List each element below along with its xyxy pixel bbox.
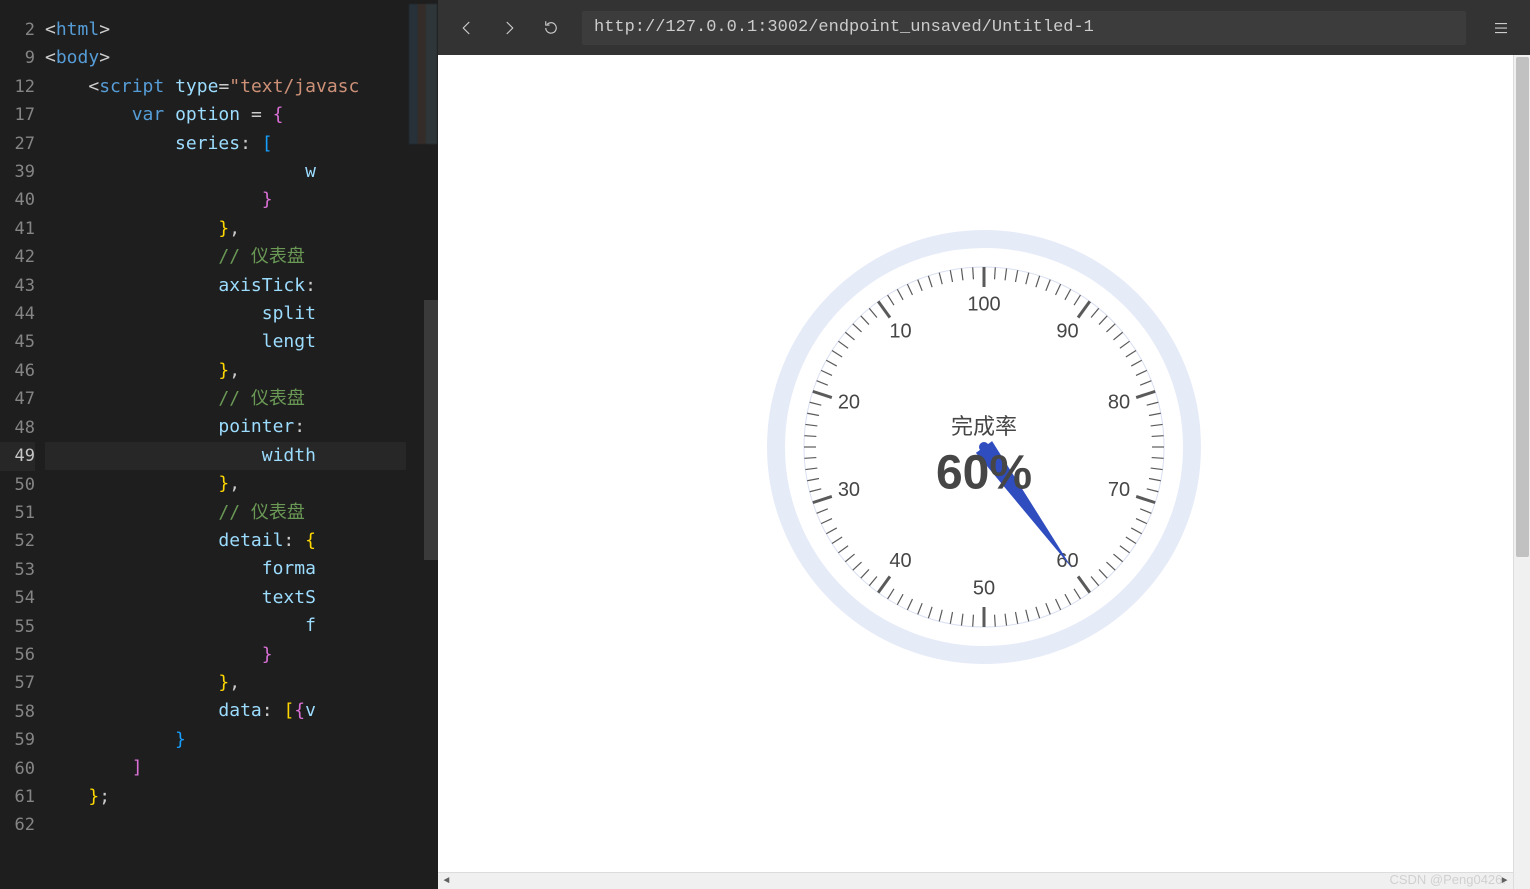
code-line[interactable]: axisTick: <box>45 272 438 300</box>
code-line[interactable]: <body> <box>45 44 438 72</box>
code-line[interactable]: w <box>45 158 438 186</box>
line-number: 43 <box>0 272 35 300</box>
reload-icon <box>542 19 560 37</box>
menu-button[interactable] <box>1482 9 1520 47</box>
line-number: 52 <box>0 527 35 555</box>
arrow-left-icon <box>458 19 476 37</box>
forward-button[interactable] <box>490 9 528 47</box>
arrow-right-icon <box>500 19 518 37</box>
code-area[interactable]: <html><body> <script type="text/javasc v… <box>45 0 438 889</box>
gauge-tick-label: 70 <box>1108 479 1130 501</box>
code-line[interactable]: }, <box>45 669 438 697</box>
horizontal-scrollbar[interactable]: ◄ ► <box>438 872 1513 889</box>
line-number: 46 <box>0 357 35 385</box>
menu-icon <box>1492 19 1510 37</box>
line-number: 17 <box>0 101 35 129</box>
line-number: 62 <box>0 811 35 839</box>
scroll-left-arrow-icon[interactable]: ◄ <box>438 873 455 889</box>
back-button[interactable] <box>448 9 486 47</box>
code-line[interactable]: split <box>45 300 438 328</box>
code-line[interactable]: width <box>45 442 438 470</box>
code-line[interactable]: }; <box>45 783 438 811</box>
line-number: 58 <box>0 698 35 726</box>
line-number: 55 <box>0 613 35 641</box>
editor-scrollbar-thumb[interactable] <box>424 300 438 560</box>
code-line[interactable]: forma <box>45 555 438 583</box>
code-line[interactable]: lengt <box>45 328 438 356</box>
code-line[interactable]: }, <box>45 470 438 498</box>
gauge-tick-label: 10 <box>889 320 911 342</box>
line-number: 44 <box>0 300 35 328</box>
line-number-gutter: 2912172739404142434445464748495051525354… <box>0 0 45 889</box>
gauge-tick-label: 50 <box>973 577 995 599</box>
line-number: 39 <box>0 158 35 186</box>
url-text: http://127.0.0.1:3002/endpoint_unsaved/U… <box>594 18 1094 37</box>
line-number: 48 <box>0 414 35 442</box>
code-line[interactable]: data: [{v <box>45 697 438 725</box>
line-number: 9 <box>0 44 35 72</box>
code-line[interactable] <box>45 811 438 839</box>
line-number: 56 <box>0 641 35 669</box>
vertical-scrollbar-thumb[interactable] <box>1516 57 1529 557</box>
line-number: 51 <box>0 499 35 527</box>
line-number: 49 <box>0 442 35 470</box>
code-line[interactable]: // 仪表盘 <box>45 243 438 271</box>
gauge-value: 60% <box>936 446 1032 501</box>
line-number: 2 <box>0 16 35 44</box>
code-line[interactable]: detail: { <box>45 527 438 555</box>
code-line[interactable]: var option = { <box>45 101 438 129</box>
watermark: CSDN @Peng0426. <box>1389 872 1506 887</box>
gauge-chart: 102030405060708090100 完成率 60% <box>764 227 1204 667</box>
gauge-tick-label: 90 <box>1056 320 1078 342</box>
line-number: 60 <box>0 755 35 783</box>
code-line[interactable]: <script type="text/javasc <box>45 73 438 101</box>
line-number: 50 <box>0 471 35 499</box>
code-editor[interactable]: 2912172739404142434445464748495051525354… <box>0 0 438 889</box>
gauge-tick-label: 30 <box>838 479 860 501</box>
line-number: 45 <box>0 328 35 356</box>
code-line[interactable]: f <box>45 612 438 640</box>
code-line[interactable]: series: [ <box>45 130 438 158</box>
line-number: 61 <box>0 783 35 811</box>
code-line[interactable]: } <box>45 186 438 214</box>
line-number: 27 <box>0 130 35 158</box>
code-line[interactable]: } <box>45 641 438 669</box>
browser-viewport: 102030405060708090100 完成率 60% ◄ ► CSDN @… <box>438 55 1530 889</box>
code-line[interactable]: <html> <box>45 16 438 44</box>
gauge-tick-label: 40 <box>889 550 911 572</box>
code-line[interactable]: textS <box>45 584 438 612</box>
line-number: 54 <box>0 584 35 612</box>
code-line[interactable]: ] <box>45 754 438 782</box>
url-bar[interactable]: http://127.0.0.1:3002/endpoint_unsaved/U… <box>582 11 1466 45</box>
line-number: 42 <box>0 243 35 271</box>
code-line[interactable]: }, <box>45 357 438 385</box>
line-number: 53 <box>0 556 35 584</box>
preview-toolbar: http://127.0.0.1:3002/endpoint_unsaved/U… <box>438 0 1530 55</box>
line-number: 12 <box>0 73 35 101</box>
minimap-content <box>409 4 437 144</box>
code-line[interactable]: // 仪表盘 <box>45 499 438 527</box>
line-number: 59 <box>0 726 35 754</box>
gauge-tick-label: 20 <box>838 391 860 413</box>
gauge-tick-label: 80 <box>1108 391 1130 413</box>
line-number: 57 <box>0 669 35 697</box>
vertical-scrollbar[interactable] <box>1513 55 1530 889</box>
code-line[interactable]: } <box>45 726 438 754</box>
gauge-title: 完成率 <box>951 409 1017 441</box>
reload-button[interactable] <box>532 9 570 47</box>
code-line[interactable]: pointer: <box>45 413 438 441</box>
gauge-tick-label: 100 <box>967 293 1000 315</box>
line-number: 40 <box>0 186 35 214</box>
code-line[interactable]: // 仪表盘 <box>45 385 438 413</box>
preview-pane: http://127.0.0.1:3002/endpoint_unsaved/U… <box>438 0 1530 889</box>
code-line[interactable]: }, <box>45 215 438 243</box>
line-number: 47 <box>0 385 35 413</box>
line-number: 41 <box>0 215 35 243</box>
